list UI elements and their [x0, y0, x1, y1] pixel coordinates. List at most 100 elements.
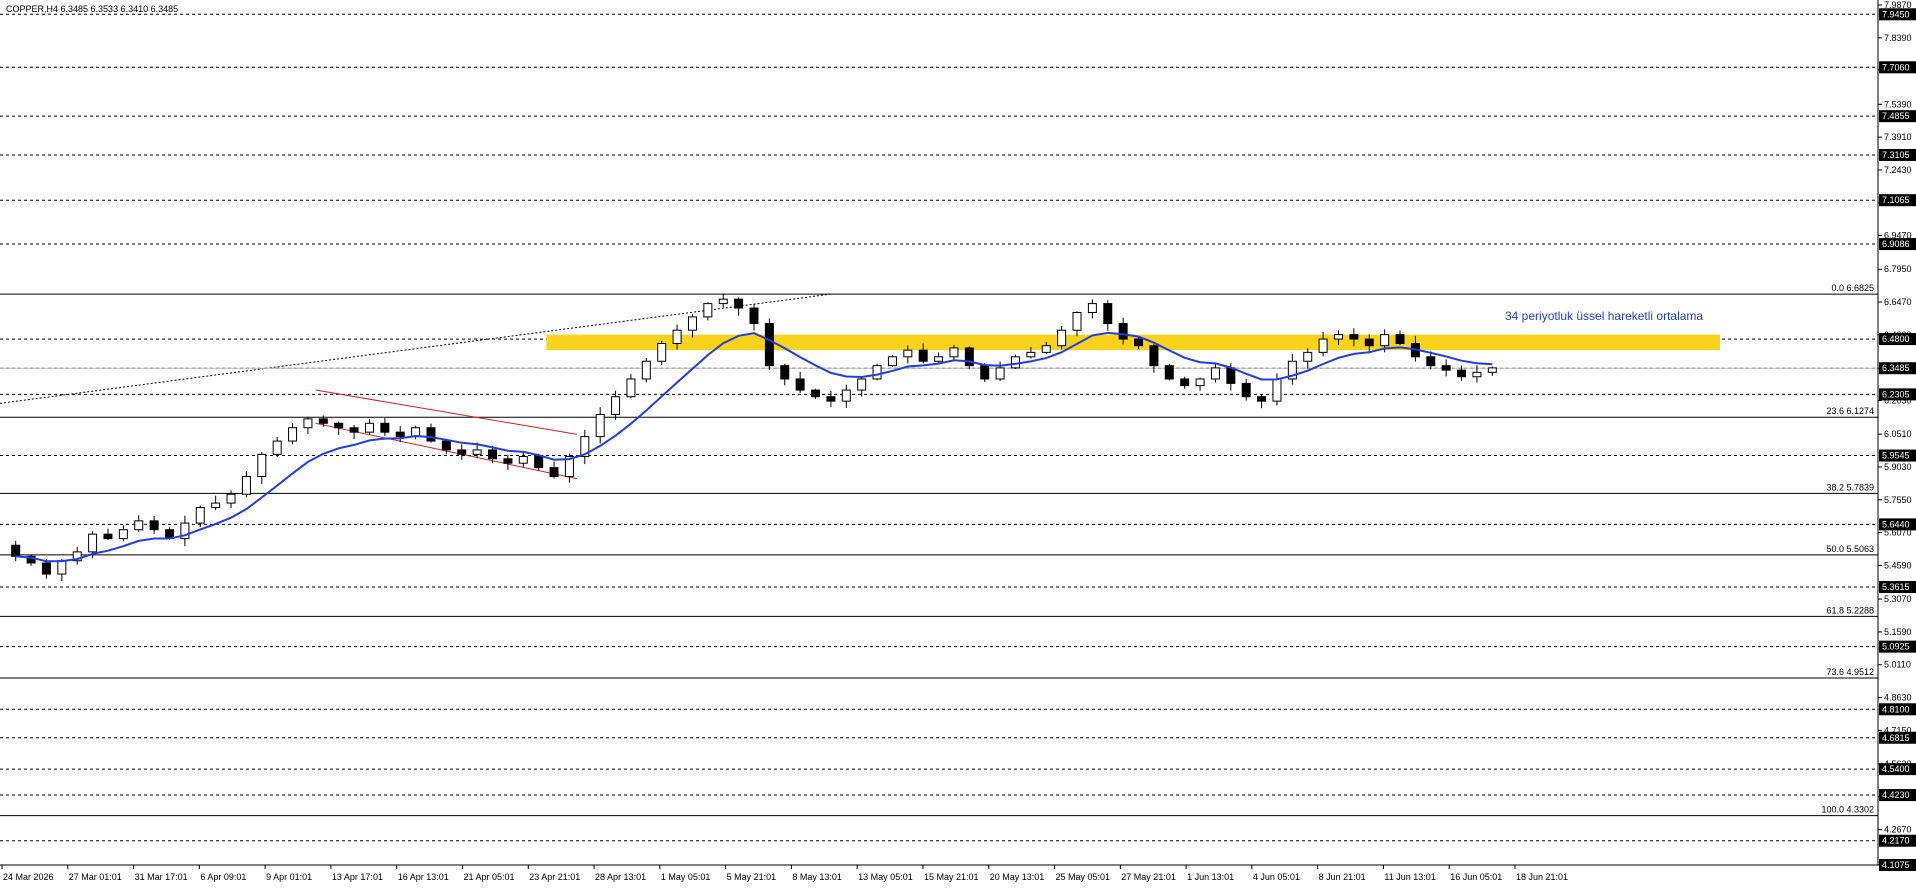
price-tick-label: 5.1590 — [1884, 627, 1912, 637]
level-price-label: 7.3105 — [1882, 150, 1910, 160]
candle-body — [241, 476, 251, 495]
candle-body — [1010, 356, 1020, 369]
candle-body — [672, 329, 682, 345]
chart-root: 0.0 6.6825 23.6 6.1274 38.2 5.7839 50.0 5.5… — [0, 0, 1916, 888]
candle-body — [903, 349, 913, 358]
candle-body — [118, 529, 128, 540]
fib-level-label: 0.0 6.6825 — [1831, 283, 1874, 293]
candle-body — [272, 440, 282, 455]
candle-body — [934, 356, 944, 362]
fib-level-label: 38.2 5.7839 — [1826, 482, 1874, 492]
time-tick-label: 15 May 21:01 — [924, 872, 979, 882]
price-tick-label: 7.8390 — [1884, 33, 1912, 43]
time-tick-label: 31 Mar 17:01 — [135, 872, 188, 882]
price-tick-label: 6.7950 — [1884, 264, 1912, 274]
candle-body — [780, 365, 790, 380]
candle-body — [364, 422, 374, 433]
level-price-label: 7.7060 — [1882, 62, 1910, 72]
time-tick-label: 9 Apr 01:01 — [266, 872, 312, 882]
ema-annotation: 34 periyotluk üssel hareketli ortalama — [1505, 309, 1703, 323]
symbol-header: COPPER,H4 6.3485 6.3533 6.3410 6.3485 — [6, 4, 178, 14]
candle-body — [57, 560, 67, 575]
candle-body — [518, 456, 528, 464]
fib-level-label: 73.6 4.9512 — [1826, 667, 1874, 677]
candle-body — [1164, 365, 1174, 380]
candle-body — [195, 507, 205, 524]
price-tick-label: 7.3910 — [1884, 132, 1912, 142]
time-tick-label: 5 May 21:01 — [727, 872, 777, 882]
time-tick-label: 16 Apr 13:01 — [398, 872, 449, 882]
level-price-label: 7.1065 — [1882, 195, 1910, 205]
candle-body — [134, 520, 144, 531]
level-price-label: 5.6440 — [1882, 519, 1910, 529]
level-price-label: 4.8100 — [1882, 704, 1910, 714]
level-price-label: 4.4230 — [1882, 790, 1910, 800]
time-tick-label: 18 Jun 21:01 — [1516, 872, 1568, 882]
candle-body — [257, 453, 267, 478]
price-tick-label: 4.8630 — [1884, 693, 1912, 703]
candle-body — [1333, 334, 1343, 340]
candle-body — [534, 456, 544, 469]
candle-body — [1118, 323, 1128, 340]
time-tick-label: 23 Apr 21:01 — [529, 872, 580, 882]
level-price-label: 5.3615 — [1882, 582, 1910, 592]
candle-body — [1041, 345, 1051, 353]
resistance-zone-layer — [546, 334, 1720, 351]
time-tick-label: 16 Jun 05:01 — [1450, 872, 1502, 882]
candle-body — [841, 389, 851, 402]
candle-body — [288, 427, 298, 442]
candle-body — [626, 378, 636, 398]
candle-body — [1426, 356, 1436, 367]
candle-body — [41, 562, 51, 575]
candle-body — [1472, 371, 1482, 378]
candle-body — [457, 449, 467, 455]
price-tick-label: 7.5390 — [1884, 99, 1912, 109]
level-price-label: 5.9545 — [1882, 451, 1910, 461]
candle-body — [1487, 367, 1497, 373]
candle-body — [641, 360, 651, 380]
candle-body — [734, 298, 744, 309]
candle-body — [88, 533, 98, 553]
price-chart[interactable]: 0.0 6.6825 23.6 6.1274 38.2 5.7839 50.0 5.5… — [0, 0, 1916, 888]
candle-body — [11, 544, 21, 557]
candle-body — [1257, 396, 1267, 402]
candle-body — [1241, 382, 1251, 398]
candle-body — [1149, 345, 1159, 367]
time-tick-label: 6 Apr 09:01 — [200, 872, 246, 882]
candle-body — [211, 502, 221, 509]
level-price-label: 7.4855 — [1882, 111, 1910, 121]
candle-body — [334, 422, 344, 429]
candle-body — [611, 396, 621, 415]
time-tick-label: 25 May 05:01 — [1056, 872, 1111, 882]
candle-body — [1087, 303, 1097, 313]
time-tick-label: 8 May 13:01 — [792, 872, 842, 882]
candle-body — [718, 298, 728, 305]
candle-body — [1364, 338, 1374, 347]
candle-body — [887, 356, 897, 367]
candle-body — [103, 533, 113, 540]
candle-body — [149, 520, 159, 531]
candle-body — [1134, 338, 1144, 347]
chart-background — [0, 0, 1916, 888]
time-tick-label: 21 Apr 05:01 — [463, 872, 514, 882]
candle-body — [472, 449, 482, 455]
resistance-zone — [546, 334, 1720, 351]
candle-body — [995, 367, 1005, 380]
price-tick-label: 6.6470 — [1884, 297, 1912, 307]
time-tick-label: 4 Jun 05:01 — [1253, 872, 1300, 882]
level-price-label: 6.9086 — [1882, 239, 1910, 249]
candle-body — [1072, 311, 1082, 331]
candle-body — [503, 458, 513, 464]
candle-body — [303, 418, 313, 429]
candle-body — [687, 316, 697, 331]
fib-level-label: 23.6 6.1274 — [1826, 406, 1874, 416]
candle-body — [949, 347, 959, 358]
price-tick-label: 6.0510 — [1884, 429, 1912, 439]
candle-body — [1195, 378, 1205, 387]
candle-body — [811, 389, 821, 398]
level-price-label: 6.3485 — [1882, 363, 1910, 373]
time-tick-label: 13 Apr 17:01 — [332, 872, 383, 882]
candle-body — [1441, 365, 1451, 371]
price-tick-label: 5.0110 — [1884, 660, 1911, 670]
candle-body — [595, 413, 605, 438]
